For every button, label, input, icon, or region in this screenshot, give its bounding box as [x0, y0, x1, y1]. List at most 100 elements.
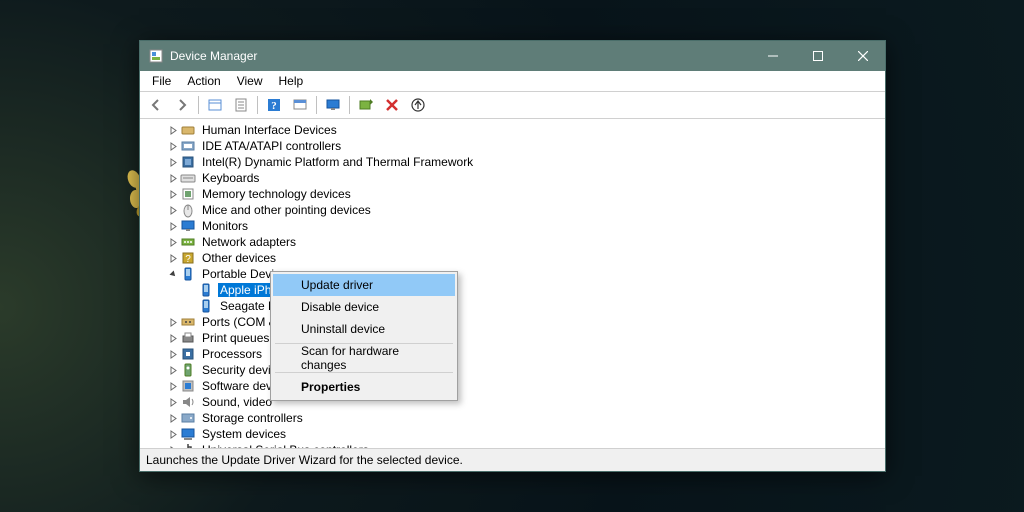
- expander-closed-icon[interactable]: [166, 366, 180, 375]
- tree-node[interactable]: Sound, video: [140, 394, 885, 410]
- expander-closed-icon[interactable]: [166, 430, 180, 439]
- expander-closed-icon[interactable]: [166, 190, 180, 199]
- tree-node[interactable]: Portable Devices: [140, 266, 885, 282]
- update-driver-icon[interactable]: [406, 93, 430, 117]
- forward-icon[interactable]: [170, 93, 194, 117]
- tree-node-label[interactable]: Keyboards: [200, 171, 261, 185]
- tree-node[interactable]: Network adapters: [140, 234, 885, 250]
- expander-closed-icon[interactable]: [166, 446, 180, 449]
- expander-closed-icon[interactable]: [166, 382, 180, 391]
- tree-node[interactable]: Human Interface Devices: [140, 122, 885, 138]
- context-menu-separator: [275, 372, 453, 373]
- context-menu: Update driverDisable deviceUninstall dev…: [270, 271, 458, 401]
- back-icon[interactable]: [144, 93, 168, 117]
- tree-node[interactable]: Security devic: [140, 362, 885, 378]
- tree-node-label[interactable]: Storage controllers: [200, 411, 305, 425]
- expander-closed-icon[interactable]: [166, 142, 180, 151]
- menu-file[interactable]: File: [144, 72, 179, 90]
- tree-node[interactable]: Keyboards: [140, 170, 885, 186]
- tree-node-label[interactable]: Processors: [200, 347, 264, 361]
- monitor-icon[interactable]: [321, 93, 345, 117]
- tree-node[interactable]: Print queues: [140, 330, 885, 346]
- tree-node-label[interactable]: Human Interface Devices: [200, 123, 339, 137]
- context-menu-item[interactable]: Disable device: [273, 296, 455, 318]
- expander-closed-icon[interactable]: [166, 318, 180, 327]
- expander-open-icon[interactable]: [166, 270, 180, 279]
- tree-node-label[interactable]: IDE ATA/ATAPI controllers: [200, 139, 343, 153]
- device-tree[interactable]: Human Interface Devices IDE ATA/ATAPI con…: [140, 120, 885, 448]
- expander-closed-icon[interactable]: [166, 350, 180, 359]
- tree-node[interactable]: Apple iPhone: [140, 282, 885, 298]
- tree-node-label[interactable]: Mice and other pointing devices: [200, 203, 373, 217]
- tree-node[interactable]: Universal Serial Bus controllers: [140, 442, 885, 448]
- tree-node[interactable]: Intel(R) Dynamic Platform and Thermal Fr…: [140, 154, 885, 170]
- device-manager-window: Device Manager File Action View Help ? H…: [139, 40, 886, 472]
- tree-node[interactable]: Ports (COM &: [140, 314, 885, 330]
- memory-icon: [180, 186, 196, 202]
- tree-node-label[interactable]: Other devices: [200, 251, 278, 265]
- expander-closed-icon[interactable]: [166, 414, 180, 423]
- system-icon: [180, 426, 196, 442]
- tree-node-label[interactable]: Monitors: [200, 219, 250, 233]
- tree-node-label[interactable]: Print queues: [200, 331, 271, 345]
- scan-hardware-icon[interactable]: [354, 93, 378, 117]
- expander-closed-icon[interactable]: [166, 222, 180, 231]
- svg-text:?: ?: [271, 100, 277, 112]
- tree-node-label[interactable]: Intel(R) Dynamic Platform and Thermal Fr…: [200, 155, 475, 169]
- tree-node[interactable]: Monitors: [140, 218, 885, 234]
- toolbar-separator: [198, 96, 199, 114]
- expander-closed-icon[interactable]: [166, 158, 180, 167]
- help-icon[interactable]: ?: [262, 93, 286, 117]
- toolbar-separator: [257, 96, 258, 114]
- titlebar[interactable]: Device Manager: [140, 41, 885, 71]
- storage-icon: [180, 410, 196, 426]
- remove-device-icon[interactable]: [380, 93, 404, 117]
- menu-help[interactable]: Help: [271, 72, 312, 90]
- svg-text:?: ?: [185, 254, 191, 265]
- tree-node[interactable]: Software devi: [140, 378, 885, 394]
- tree-node[interactable]: ? Other devices: [140, 250, 885, 266]
- close-button[interactable]: [840, 41, 885, 71]
- menu-action[interactable]: Action: [179, 72, 228, 90]
- expander-closed-icon[interactable]: [166, 206, 180, 215]
- tree-node[interactable]: IDE ATA/ATAPI controllers: [140, 138, 885, 154]
- tree-node-label[interactable]: Memory technology devices: [200, 187, 353, 201]
- expander-closed-icon[interactable]: [166, 174, 180, 183]
- show-hidden-icon[interactable]: [203, 93, 227, 117]
- content-area: Human Interface Devices IDE ATA/ATAPI con…: [140, 119, 885, 448]
- context-menu-item[interactable]: Properties: [273, 376, 455, 398]
- tree-node[interactable]: Seagate E: [140, 298, 885, 314]
- console-icon[interactable]: [288, 93, 312, 117]
- expander-closed-icon[interactable]: [166, 398, 180, 407]
- tree-node-label[interactable]: Sound, video: [200, 395, 274, 409]
- tree-node-label[interactable]: System devices: [200, 427, 288, 441]
- tree-node-label[interactable]: Network adapters: [200, 235, 298, 249]
- tree-node-label[interactable]: Security devic: [200, 363, 279, 377]
- context-menu-item[interactable]: Update driver: [273, 274, 455, 296]
- tree-node[interactable]: Mice and other pointing devices: [140, 202, 885, 218]
- toolbar-separator: [316, 96, 317, 114]
- expander-closed-icon[interactable]: [166, 126, 180, 135]
- other-icon: ?: [180, 250, 196, 266]
- tree-node-label[interactable]: Software devi: [200, 379, 277, 393]
- properties-page-icon[interactable]: [229, 93, 253, 117]
- tree-node-label[interactable]: Universal Serial Bus controllers: [200, 443, 371, 448]
- tree-node[interactable]: System devices: [140, 426, 885, 442]
- menu-view[interactable]: View: [229, 72, 271, 90]
- tree-node-label[interactable]: Ports (COM &: [200, 315, 279, 329]
- context-menu-item[interactable]: Scan for hardware changes: [273, 347, 455, 369]
- sound-icon: [180, 394, 196, 410]
- keyboard-icon: [180, 170, 196, 186]
- usb-icon: [180, 442, 196, 448]
- minimize-button[interactable]: [750, 41, 795, 71]
- expander-closed-icon[interactable]: [166, 238, 180, 247]
- expander-closed-icon[interactable]: [166, 334, 180, 343]
- net-icon: [180, 234, 196, 250]
- expander-closed-icon[interactable]: [166, 254, 180, 263]
- tree-node[interactable]: Storage controllers: [140, 410, 885, 426]
- hid-icon: [180, 122, 196, 138]
- tree-node[interactable]: Memory technology devices: [140, 186, 885, 202]
- maximize-button[interactable]: [795, 41, 840, 71]
- context-menu-item[interactable]: Uninstall device: [273, 318, 455, 340]
- tree-node[interactable]: Processors: [140, 346, 885, 362]
